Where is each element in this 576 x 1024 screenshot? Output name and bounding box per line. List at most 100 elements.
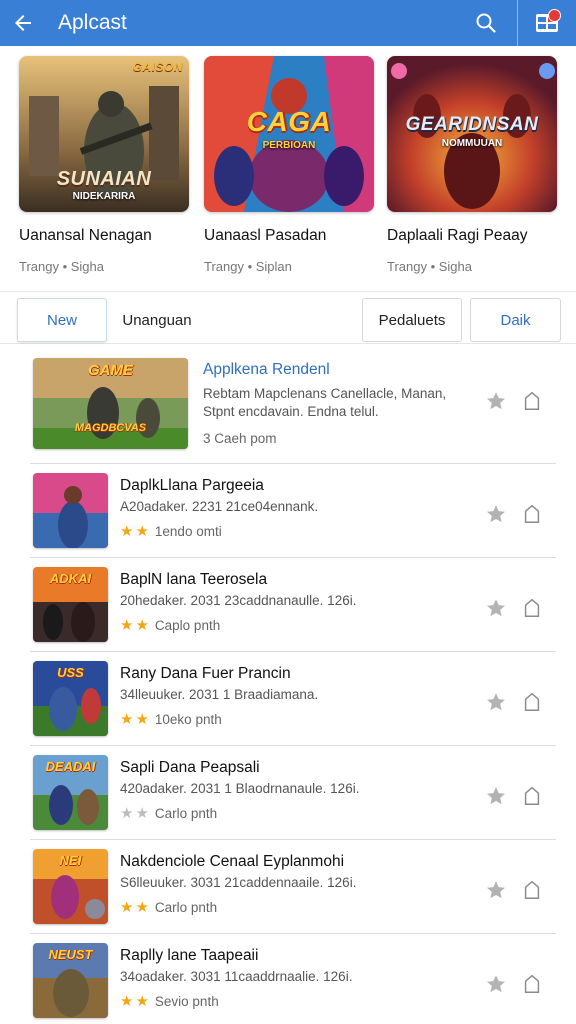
thumbnail-logo: NEI xyxy=(59,853,82,868)
bookmark-button[interactable] xyxy=(520,389,544,413)
list-item-thumbnail: GAME MAGDBCVAS xyxy=(33,358,188,449)
thumbnail-logo: ADKAI xyxy=(49,571,92,586)
star-icon xyxy=(487,975,505,993)
rating-star-icon: ★ xyxy=(135,805,149,822)
favorite-button[interactable] xyxy=(484,972,508,996)
app-title: Rany Dana Fuer Prancin xyxy=(120,665,291,682)
app-description: 20hedaker. 2031 23caddnanaulle. 126i. xyxy=(120,593,357,608)
tab-unanguan[interactable]: Unanguan xyxy=(112,298,202,342)
featured-thumbnail: CAGA PERBIOAN xyxy=(204,56,374,212)
featured-title: Uanansal Nenagan xyxy=(19,227,152,244)
thumbnail-logo: NEUST xyxy=(48,947,93,962)
bookmark-icon xyxy=(524,692,540,711)
favorite-button[interactable] xyxy=(484,784,508,808)
thumbnail-logo: DEADAI xyxy=(45,759,96,774)
rating-star-icon: ★ xyxy=(135,523,149,540)
featured-top-logo: GAISON xyxy=(132,60,183,74)
apps-menu-button[interactable] xyxy=(518,0,576,46)
favorite-button[interactable] xyxy=(484,596,508,620)
star-icon xyxy=(487,392,505,410)
featured-section: GAISON SUNAIAN NIDEKARIRA Uanansal Nenag… xyxy=(0,46,576,292)
featured-card[interactable]: GAISON SUNAIAN NIDEKARIRA Uanansal Nenag… xyxy=(19,56,191,274)
featured-thumbnail: GEARIDNSAN NOMMUUAN xyxy=(387,56,557,212)
search-icon xyxy=(476,13,496,33)
featured-subtitle: Trangy • Sigha xyxy=(19,259,105,274)
tab-new[interactable]: New xyxy=(17,298,107,342)
notification-badge xyxy=(548,9,561,22)
rating-star-icon: ★ xyxy=(120,617,134,634)
featured-logo-sub: PERBIOAN xyxy=(262,140,316,151)
bookmark-button[interactable] xyxy=(520,596,544,620)
app-description: S6lleuuker. 3031 21caddennaaile. 126i. xyxy=(120,875,357,890)
featured-logo: CAGA xyxy=(246,106,332,137)
list-item[interactable]: DEADAI Sapli Dana Peapsali 420adaker. 20… xyxy=(30,746,556,840)
favorite-button[interactable] xyxy=(484,690,508,714)
app-title: Sapli Dana Peapsali xyxy=(120,759,260,776)
rating-star-icon: ★ xyxy=(135,899,149,916)
favorite-button[interactable] xyxy=(484,502,508,526)
list-item[interactable]: NEUST Raplly lane Taapeaii 34oadaker. 30… xyxy=(30,934,556,1024)
app-description: 420adaker. 2031 1 Blaodrnanaule. 126i. xyxy=(120,781,360,796)
app-description-line2: Stpnt encdavain. Endna telul. xyxy=(203,404,379,419)
app-meta-text: Carlo pnth xyxy=(154,806,218,821)
featured-card[interactable]: CAGA PERBIOAN Uanaasl Pasadan Trangy • S… xyxy=(204,56,376,274)
back-button[interactable] xyxy=(0,0,46,46)
list-item[interactable]: USS Rany Dana Fuer Prancin 34lleuuker. 2… xyxy=(30,652,556,746)
featured-logo-sub: NOMMUUAN xyxy=(441,138,503,149)
thumbnail-logo-sub: MAGDBCVAS xyxy=(74,422,147,434)
featured-logo: SUNAIAN xyxy=(56,168,152,190)
tab-daik[interactable]: Daik xyxy=(470,298,561,342)
featured-title: Daplaali Ragi Peaay xyxy=(387,227,528,244)
star-icon xyxy=(487,505,505,523)
rating-star-icon: ★ xyxy=(120,805,134,822)
thumbnail-logo: USS xyxy=(57,665,84,680)
featured-logo-sub: NIDEKARIRA xyxy=(72,191,136,202)
featured-title: Uanaasl Pasadan xyxy=(204,227,327,244)
arrow-left-icon xyxy=(15,15,31,31)
search-button[interactable] xyxy=(463,0,509,46)
star-icon xyxy=(487,693,505,711)
rating-star-icon: ★ xyxy=(135,993,149,1010)
app-description: 34oadaker. 3031 11caaddrnaalie. 126i. xyxy=(120,969,353,984)
featured-subtitle: Trangy • Siplan xyxy=(204,259,292,274)
tab-pedaluets[interactable]: Pedaluets xyxy=(362,298,462,342)
bookmark-button[interactable] xyxy=(520,784,544,808)
bookmark-button[interactable] xyxy=(520,972,544,996)
list-item-thumbnail: USS xyxy=(33,661,108,736)
rating-star-icon: ★ xyxy=(120,711,134,728)
app-title: Nakdenciole Cenaal Eyplanmohi xyxy=(120,853,345,870)
favorite-button[interactable] xyxy=(484,389,508,413)
bookmark-button[interactable] xyxy=(520,690,544,714)
row-actions xyxy=(484,878,544,902)
favorite-button[interactable] xyxy=(484,878,508,902)
bookmark-icon xyxy=(524,391,540,410)
app-meta-text: 3 Caeh pom xyxy=(203,431,277,446)
star-icon xyxy=(487,881,505,899)
rating-star-icon: ★ xyxy=(135,617,149,634)
list-item[interactable]: ADKAI BaplN lana Teerosela 20hedaker. 20… xyxy=(30,558,556,652)
featured-thumbnail: GAISON SUNAIAN NIDEKARIRA xyxy=(19,56,189,212)
bookmark-button[interactable] xyxy=(520,878,544,902)
app-bar: Aplcast xyxy=(0,0,576,46)
app-meta: ★ ★ 10eko pnth xyxy=(120,712,222,727)
rating-star-icon: ★ xyxy=(120,899,134,916)
featured-subtitle: Trangy • Sigha xyxy=(387,259,473,274)
bookmark-icon xyxy=(524,880,540,899)
list-item[interactable]: NEI Nakdenciole Cenaal Eyplanmohi S6lleu… xyxy=(30,840,556,934)
list-item-thumbnail: NEUST xyxy=(33,943,108,1018)
app-title: Aplcast xyxy=(58,11,127,34)
app-meta: ★ ★ Carlo pnth xyxy=(120,806,217,821)
rating-star-icon: ★ xyxy=(120,993,134,1010)
bookmark-icon xyxy=(524,598,540,617)
featured-card[interactable]: GEARIDNSAN NOMMUUAN Daplaali Ragi Peaay … xyxy=(387,56,559,274)
list-item[interactable]: GAME MAGDBCVAS Applkena Rendenl Rebtam M… xyxy=(30,346,556,464)
app-meta-text: 1endo omti xyxy=(154,524,222,539)
bookmark-icon xyxy=(524,504,540,523)
app-meta: ★ ★ Carlo pnth xyxy=(120,900,217,915)
bookmark-button[interactable] xyxy=(520,502,544,526)
list-item-thumbnail xyxy=(33,473,108,548)
list-item[interactable]: DaplkLlana Pargeeia A20adaker. 2231 21ce… xyxy=(30,464,556,558)
row-actions xyxy=(484,690,544,714)
row-actions xyxy=(484,502,544,526)
row-actions xyxy=(484,389,544,413)
